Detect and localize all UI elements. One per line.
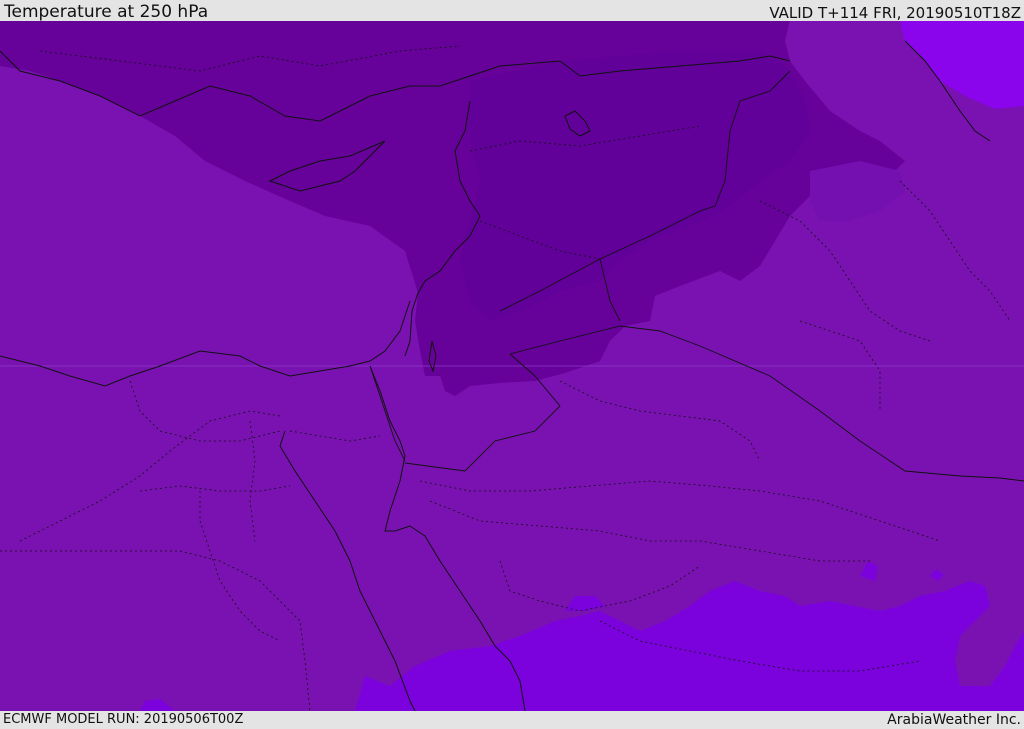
credit-text: ArabiaWeather Inc. bbox=[887, 712, 1021, 728]
model-run: ECMWF MODEL RUN: 20190506T00Z bbox=[3, 712, 244, 727]
map-title: Temperature at 250 hPa bbox=[4, 2, 209, 22]
valid-time: VALID T+114 FRI, 20190510T18Z bbox=[769, 4, 1021, 22]
temperature-map bbox=[0, 21, 1024, 711]
